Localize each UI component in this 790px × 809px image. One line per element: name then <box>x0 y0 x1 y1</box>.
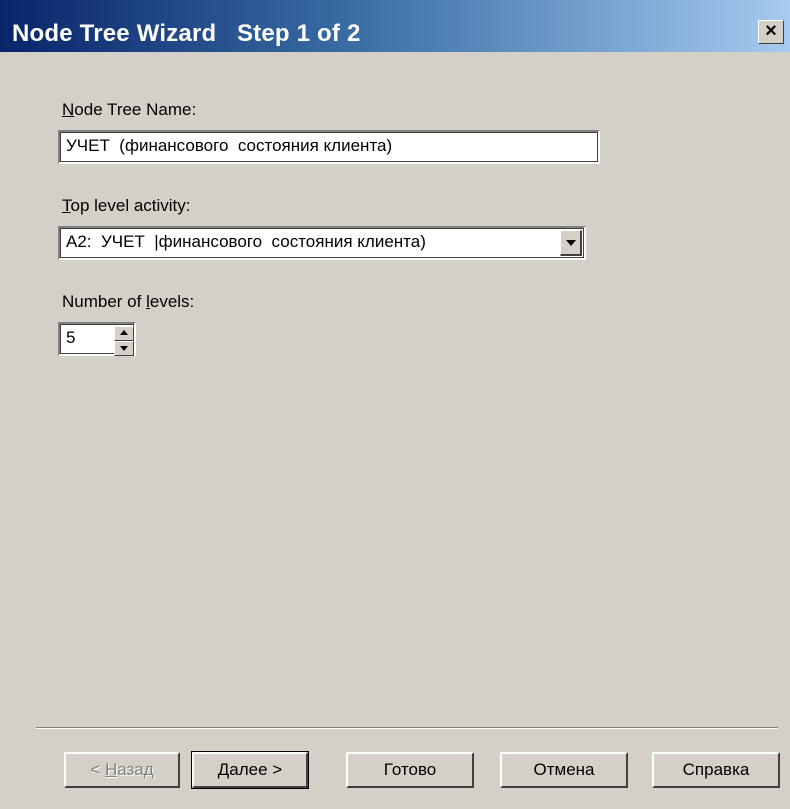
close-button[interactable]: × <box>758 20 784 44</box>
finish-label: Готово <box>383 760 437 779</box>
node-tree-name-value: УЧЕТ (финансового состояния клиента) <box>66 136 393 155</box>
top-level-activity-label: Top level activity: <box>62 196 191 216</box>
finish-button[interactable]: Готово <box>346 752 474 788</box>
node-tree-name-label: Node Tree Name: <box>62 100 196 120</box>
help-label: Справка <box>682 760 750 779</box>
top-level-activity-value: A2: УЧЕТ |финансового состояния клиента) <box>66 232 426 251</box>
help-button[interactable]: Справка <box>652 752 780 788</box>
node-tree-name-input[interactable]: УЧЕТ (финансового состояния клиента) <box>58 130 600 164</box>
levels-spinbox[interactable]: 5 <box>58 322 136 356</box>
dropdown-button[interactable] <box>560 230 582 256</box>
number-of-levels-label-pre: Number of <box>62 292 147 311</box>
close-icon: × <box>765 20 777 42</box>
top-level-activity-label-text: op level activity: <box>70 196 191 215</box>
back-button[interactable]: < Назад <box>64 752 180 788</box>
back-label: азад <box>117 760 154 779</box>
next-accel: Д <box>217 760 230 779</box>
window-title: Node Tree Wizard Step 1 of 2 <box>12 20 361 47</box>
levels-stepper[interactable] <box>114 326 134 356</box>
top-level-activity-accel: T <box>62 196 71 215</box>
top-level-activity-select[interactable]: A2: УЧЕТ |финансового состояния клиента) <box>58 226 586 260</box>
back-accel: Н <box>104 760 118 779</box>
cancel-button[interactable]: Отмена <box>500 752 628 788</box>
cancel-label: Отмена <box>533 760 595 779</box>
title-bar: Node Tree Wizard Step 1 of 2 × <box>0 0 790 52</box>
next-button[interactable]: Далее > <box>191 751 309 789</box>
chevron-down-icon <box>566 240 576 246</box>
arrow-up-icon <box>120 330 128 335</box>
number-of-levels-label-text: evels: <box>149 292 195 311</box>
footer-divider <box>36 727 778 729</box>
levels-value: 5 <box>66 328 76 347</box>
spin-up-button[interactable] <box>114 326 134 341</box>
next-label: алее > <box>229 760 283 779</box>
number-of-levels-label: Number of levels: <box>62 292 194 312</box>
node-tree-name-accel: N <box>62 100 75 119</box>
spin-down-button[interactable] <box>114 341 134 356</box>
back-arrow: < <box>90 760 105 779</box>
arrow-down-icon <box>120 346 128 351</box>
node-tree-name-label-text: ode Tree Name: <box>74 100 197 119</box>
